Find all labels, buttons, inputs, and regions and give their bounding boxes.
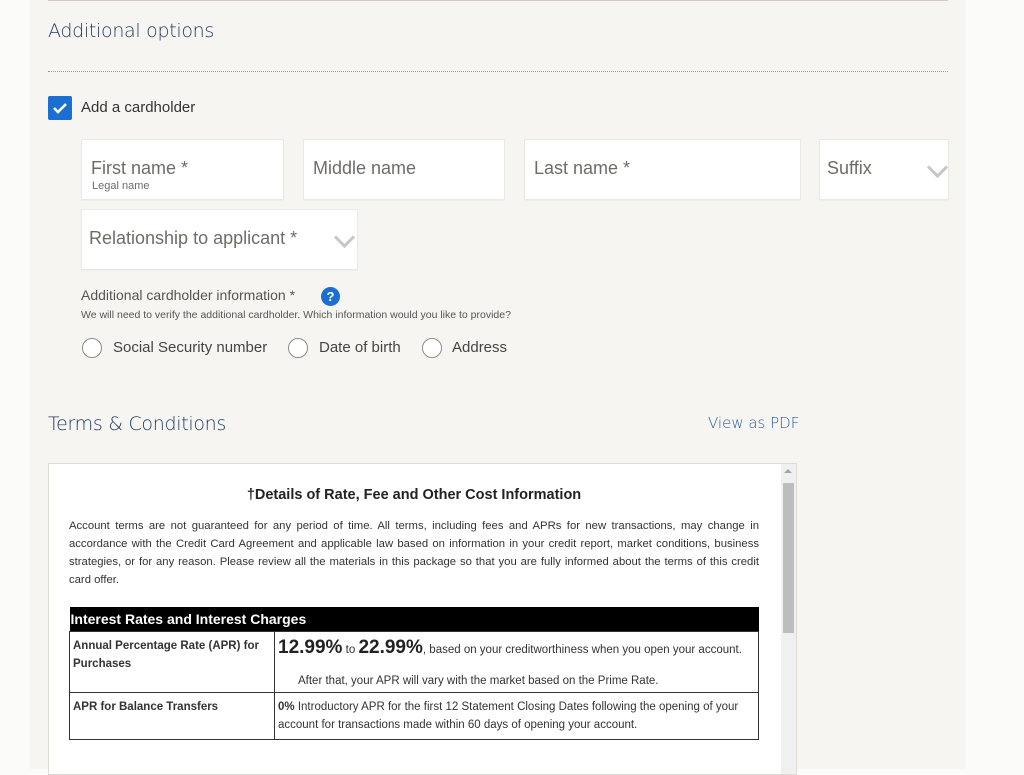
doc-intro: Account terms are not guaranteed for any… [69, 520, 759, 586]
table-row: APR for Balance Transfers 0% Introductor… [69, 692, 759, 740]
cardholder-info-label: Additional cardholder information * [81, 287, 296, 303]
radio-ssn[interactable] [82, 338, 102, 358]
radio-ssn-label[interactable]: Social Security number [113, 339, 267, 356]
dotted-divider [48, 71, 948, 72]
help-icon[interactable]: ? [321, 287, 340, 306]
chevron-down-icon [926, 156, 949, 179]
scrollbar-thumb[interactable] [783, 483, 794, 633]
doc-title: †Details of Rate, Fee and Other Cost Inf… [246, 487, 582, 503]
suffix-select[interactable]: Suffix [819, 139, 949, 200]
chevron-down-icon [333, 226, 356, 249]
add-cardholder-checkbox[interactable] [48, 96, 72, 120]
radio-address-label[interactable]: Address [452, 339, 507, 356]
scroll-up-arrow-icon[interactable] [784, 469, 792, 473]
radio-dob-label[interactable]: Date of birth [319, 339, 401, 356]
last-name-input[interactable]: Last name * [524, 139, 801, 200]
rate-to: to [345, 644, 356, 656]
table-row: Annual Percentage Rate (APR) for Purchas… [69, 631, 759, 693]
middle-name-input[interactable]: Middle name [303, 139, 505, 200]
first-name-input[interactable]: First name * Legal name [81, 139, 284, 200]
additional-options-title: Additional options [48, 20, 214, 42]
row-label: Annual Percentage Rate (APR) for Purchas… [69, 631, 275, 693]
add-cardholder-label[interactable]: Add a cardholder [81, 99, 195, 116]
rate-note: After that, your APR will vary with the … [298, 675, 659, 687]
row-value: 12.99% to 22.99%, based on your creditwo… [274, 631, 759, 693]
last-name-placeholder: Last name * [534, 158, 631, 178]
rate-text: , based on your creditworthiness when yo… [422, 644, 742, 656]
row-label: APR for Balance Transfers [69, 692, 275, 740]
rate-high: 22.99% [358, 637, 423, 658]
rates-table-header: Interest Rates and Interest Charges [69, 607, 759, 632]
view-pdf-link[interactable]: View as PDF [708, 414, 799, 432]
first-name-hint: Legal name [92, 180, 150, 192]
relationship-select[interactable]: Relationship to applicant * [81, 209, 358, 270]
check-icon [53, 103, 67, 114]
relationship-placeholder: Relationship to applicant * [89, 228, 298, 248]
bt-text: Introductory APR for the first 12 Statem… [278, 701, 739, 731]
middle-name-placeholder: Middle name [313, 158, 417, 178]
divider [48, 0, 948, 1]
cardholder-info-description: We will need to verify the additional ca… [81, 309, 511, 321]
rate-low: 12.99% [278, 637, 343, 658]
scrollbar[interactable] [781, 464, 796, 774]
bt-rate: 0% [278, 701, 295, 713]
terms-title: Terms & Conditions [48, 413, 227, 435]
rates-table: Interest Rates and Interest Charges Annu… [69, 607, 759, 740]
terms-scroll-box[interactable]: †Details of Rate, Fee and Other Cost Inf… [48, 463, 797, 775]
radio-address[interactable] [422, 338, 442, 358]
first-name-placeholder: First name * [91, 158, 189, 178]
row-value: 0% Introductory APR for the first 12 Sta… [274, 692, 759, 740]
suffix-placeholder: Suffix [827, 158, 872, 178]
radio-dob[interactable] [288, 338, 308, 358]
